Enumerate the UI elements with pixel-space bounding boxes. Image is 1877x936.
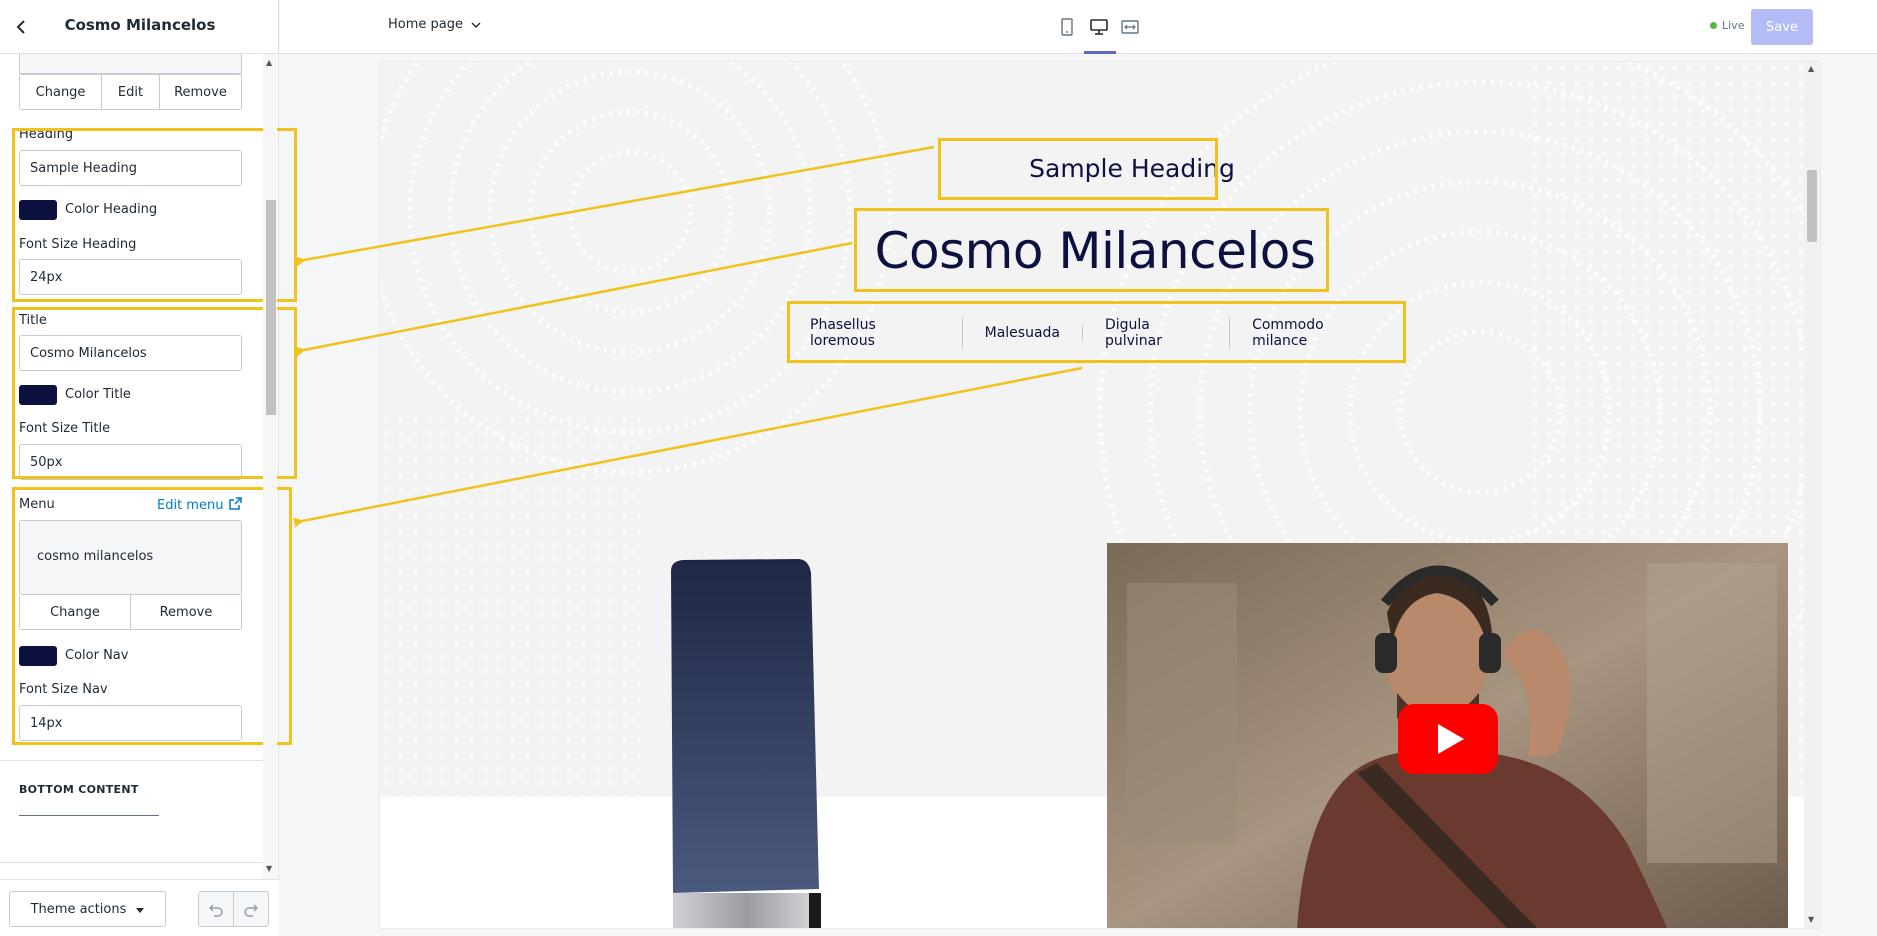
- heading-preview-box: [938, 138, 1218, 200]
- undo-redo-group: [198, 891, 269, 927]
- undo-icon[interactable]: [199, 892, 234, 926]
- section-divider: [0, 760, 263, 761]
- editor-topbar: Home page Live Save: [280, 0, 1877, 54]
- storefront-preview: Sample Heading Cosmo Milancelos Phasellu…: [380, 62, 1820, 928]
- scroll-down-icon[interactable]: ▼: [266, 864, 272, 873]
- chevron-down-icon: [471, 17, 481, 32]
- theme-actions-button[interactable]: Theme actions: [9, 891, 166, 927]
- back-arrow-icon[interactable]: [10, 15, 34, 39]
- title-preview-box: [854, 208, 1329, 292]
- product-image: [669, 559, 824, 928]
- mobile-view-icon[interactable]: [1054, 14, 1080, 40]
- fullscreen-view-icon[interactable]: [1117, 14, 1143, 40]
- image-change-button[interactable]: Change: [20, 75, 103, 109]
- image-edit-button[interactable]: Edit: [102, 75, 160, 109]
- desktop-view-icon[interactable]: [1086, 14, 1112, 40]
- section-divider-2: [0, 862, 263, 863]
- theme-editor-sidebar: Cosmo Milancelos Change Edit Remove Head…: [0, 0, 297, 936]
- image-preview-card: [19, 54, 242, 74]
- preview-scroll-up-icon[interactable]: ▲: [1808, 64, 1814, 73]
- theme-actions-label: Theme actions: [30, 901, 127, 917]
- sidebar-footer: Theme actions: [0, 879, 279, 936]
- save-button[interactable]: Save: [1751, 9, 1813, 45]
- section-title: Cosmo Milancelos: [64, 16, 216, 34]
- live-dot-icon: [1710, 22, 1717, 29]
- page-selector-label: Home page: [388, 17, 463, 32]
- heading-annotation-box: [12, 128, 297, 302]
- live-status-label: Live: [1722, 19, 1745, 32]
- play-button-icon[interactable]: [1398, 704, 1498, 774]
- title-annotation-box: [12, 307, 297, 479]
- sidebar-scroll-thumb[interactable]: [266, 200, 276, 415]
- preview-scroll-thumb[interactable]: [1807, 170, 1817, 242]
- page-selector[interactable]: Home page: [388, 17, 481, 32]
- caret-down-icon: [136, 902, 145, 917]
- bottom-content-heading: BOTTOM CONTENT: [19, 783, 139, 796]
- image-button-group: Change Edit Remove: [19, 74, 242, 110]
- sidebar-scrollbar[interactable]: ▲ ▼: [263, 54, 277, 879]
- redo-icon[interactable]: [234, 892, 268, 926]
- live-status-badge: Live: [1710, 19, 1744, 32]
- image-remove-button[interactable]: Remove: [160, 75, 241, 109]
- menu-annotation-box: [12, 487, 292, 745]
- preview-scroll-down-icon[interactable]: ▼: [1808, 915, 1814, 924]
- preview-scrollbar[interactable]: ▲ ▼: [1804, 62, 1820, 928]
- active-device-indicator: [1084, 51, 1116, 54]
- sidebar-header: Cosmo Milancelos: [0, 0, 279, 54]
- nav-preview-box: [787, 301, 1406, 363]
- scroll-up-icon[interactable]: ▲: [266, 58, 272, 67]
- bottom-content-rule: [19, 815, 159, 816]
